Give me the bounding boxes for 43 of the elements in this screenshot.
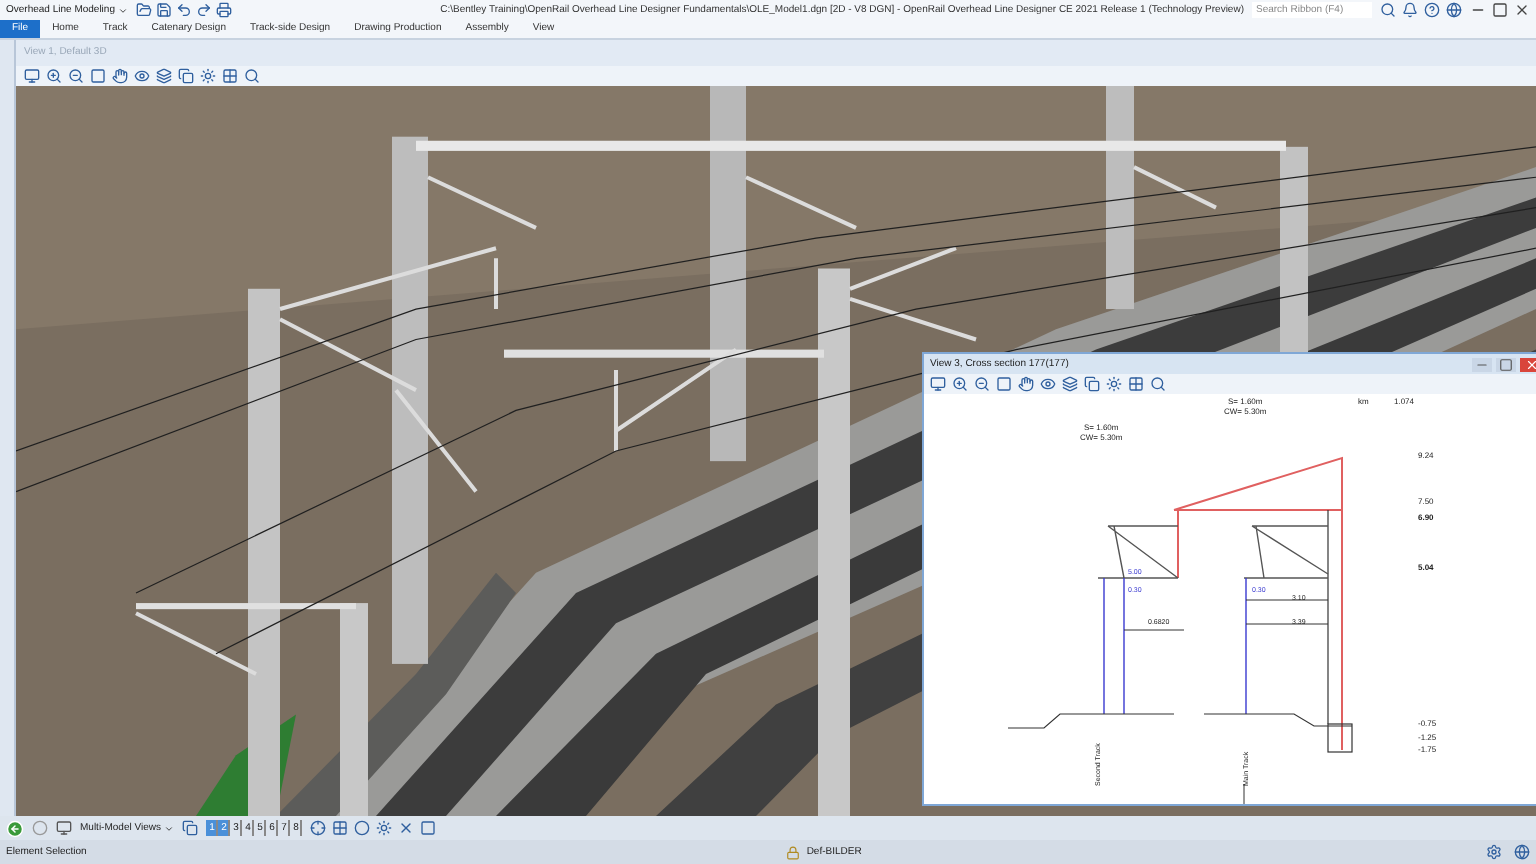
zoom-out-icon[interactable]	[974, 376, 990, 392]
circle-icon[interactable]	[354, 820, 371, 836]
copy-icon[interactable]	[1084, 376, 1100, 392]
display-icon[interactable]	[56, 820, 72, 836]
eye-icon[interactable]	[1040, 376, 1056, 392]
maximize-icon[interactable]	[1496, 357, 1516, 371]
grid-icon[interactable]	[332, 820, 349, 836]
settings-icon[interactable]	[1486, 844, 1502, 860]
zoom-in-icon[interactable]	[46, 68, 62, 84]
search-icon[interactable]	[1380, 2, 1396, 18]
layers-icon[interactable]	[1062, 376, 1078, 392]
caret-icon	[118, 5, 129, 15]
caret-icon	[164, 823, 175, 833]
view-icon[interactable]	[930, 376, 946, 392]
square-icon[interactable]	[420, 820, 437, 836]
close-icon[interactable]	[1514, 2, 1530, 18]
search-icon[interactable]	[244, 68, 260, 84]
light-icon[interactable]	[1106, 376, 1122, 392]
pan-icon[interactable]	[1018, 376, 1034, 392]
save-icon[interactable]	[156, 2, 173, 18]
grid-icon[interactable]	[222, 68, 238, 84]
grid-icon[interactable]	[1128, 376, 1144, 392]
snap-icon[interactable]	[310, 820, 327, 836]
help-icon[interactable]	[1424, 2, 1440, 18]
print-icon[interactable]	[216, 2, 233, 18]
globe-icon[interactable]	[1446, 2, 1462, 18]
eye-icon[interactable]	[134, 68, 150, 84]
maximize-icon[interactable]	[1492, 2, 1508, 18]
open-icon[interactable]	[136, 2, 153, 18]
light-icon[interactable]	[200, 68, 216, 84]
pan-icon[interactable]	[112, 68, 128, 84]
search-icon[interactable]	[1150, 376, 1166, 392]
redo-icon[interactable]	[196, 2, 213, 18]
globe-icon[interactable]	[1514, 844, 1530, 860]
zoom-in-icon[interactable]	[952, 376, 968, 392]
copy-icon[interactable]	[178, 68, 194, 84]
back-icon[interactable]	[6, 819, 24, 837]
undo-icon[interactable]	[176, 2, 193, 18]
bell-icon[interactable]	[1402, 2, 1418, 18]
views-icon[interactable]	[182, 820, 199, 836]
view-icon[interactable]	[24, 68, 40, 84]
zoom-out-icon[interactable]	[68, 68, 84, 84]
layers-icon[interactable]	[156, 68, 172, 84]
